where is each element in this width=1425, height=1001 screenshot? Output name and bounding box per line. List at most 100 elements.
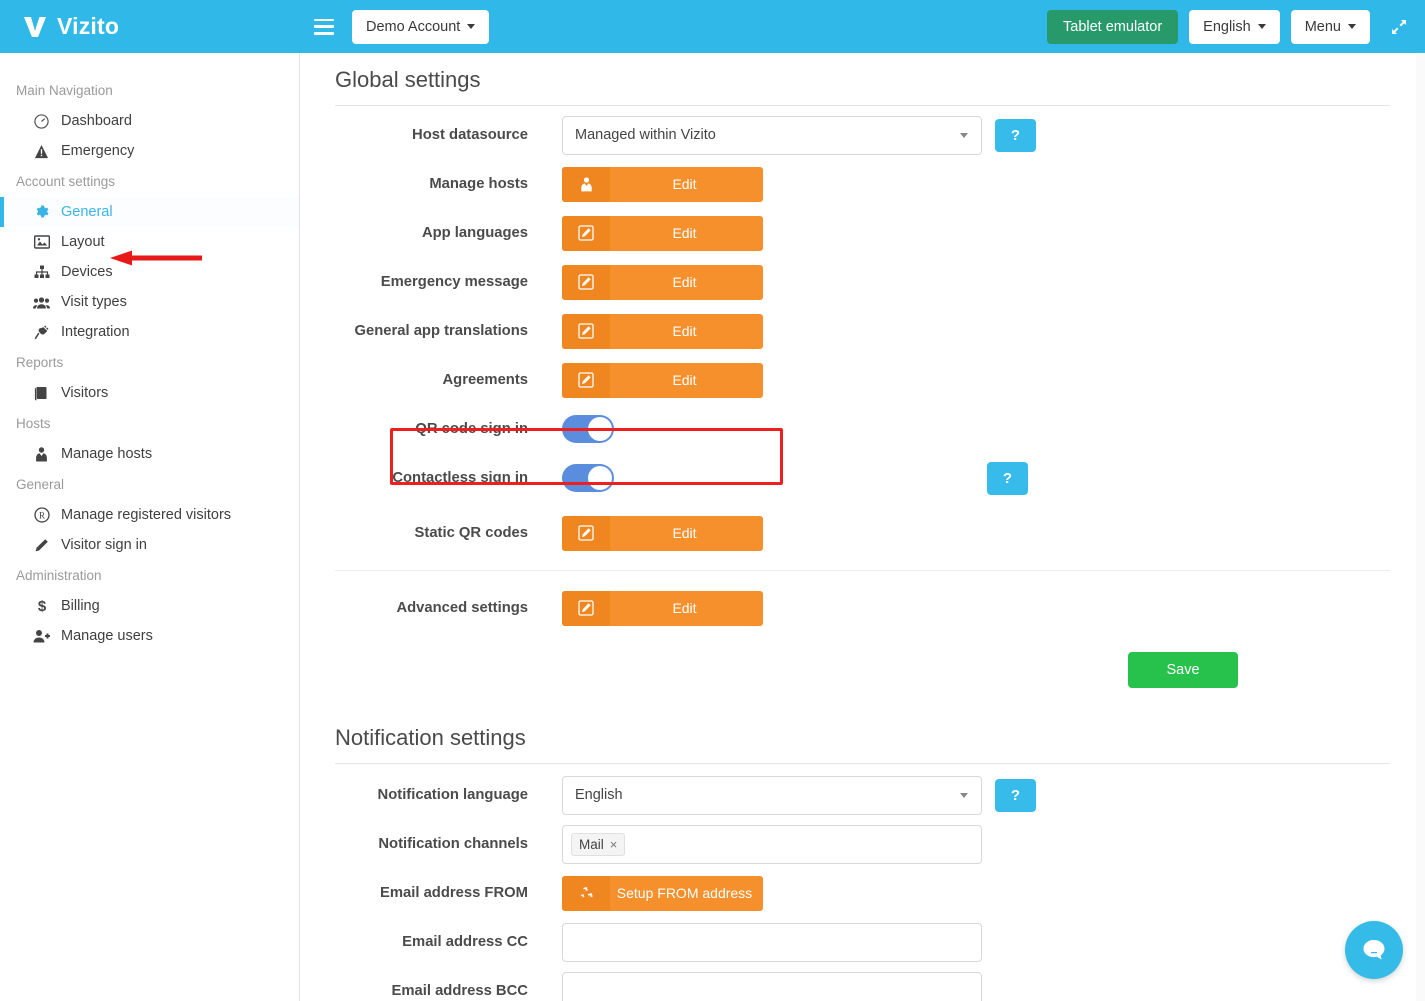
emergency-message-label: Emergency message (335, 274, 562, 290)
row-email-cc: Email address CC (335, 922, 1390, 962)
remove-tag-icon[interactable]: × (610, 837, 618, 852)
contactless-sign-in-label: Contactless sign in (335, 470, 562, 486)
sidebar-item-label: Visit types (61, 294, 127, 310)
pencil-square-icon (562, 314, 610, 349)
sidebar-item-visitors[interactable]: Visitors (0, 378, 299, 408)
sidebar-item-visit-types[interactable]: Visit types (0, 287, 299, 317)
row-email-bcc: Email address BCC (335, 971, 1390, 1001)
pencil-square-icon (562, 216, 610, 251)
user-plus-icon (32, 629, 51, 643)
manage-hosts-edit-button[interactable]: Edit (562, 167, 763, 202)
row-host-datasource: Host datasource Managed within Vizito ? (335, 115, 1390, 155)
sidebar-item-label: Emergency (61, 143, 134, 159)
chevron-down-icon (1348, 24, 1356, 29)
sidebar-item-billing[interactable]: $ Billing (0, 591, 299, 621)
settings-content: Global settings Host datasource Managed … (300, 53, 1425, 1001)
sidebar-item-label: Manage users (61, 628, 153, 644)
toggle-knob (588, 466, 612, 490)
sidebar-item-manage-hosts[interactable]: Manage hosts (0, 439, 299, 469)
tablet-emulator-button[interactable]: Tablet emulator (1047, 10, 1178, 44)
setup-from-address-button[interactable]: Setup FROM address (562, 876, 763, 911)
top-bar: Vizito Demo Account Tablet emulator Engl… (0, 0, 1425, 53)
notification-channel-tag[interactable]: Mail × (571, 833, 625, 856)
sidebar-item-integration[interactable]: Integration (0, 317, 299, 347)
sidebar-group-heading: Hosts (0, 408, 299, 439)
pencil-square-icon (562, 363, 610, 398)
agreements-edit-label: Edit (610, 372, 763, 388)
row-notification-channels: Notification channels Mail × (335, 824, 1390, 864)
chevron-down-icon (960, 793, 968, 798)
static-qr-codes-edit-button[interactable]: Edit (562, 516, 763, 551)
qr-code-sign-in-toggle[interactable] (562, 415, 614, 443)
book-icon (32, 386, 51, 401)
menu-button[interactable]: Menu (1291, 10, 1370, 44)
email-bcc-input[interactable] (562, 972, 982, 1001)
general-app-translations-edit-button[interactable]: Edit (562, 314, 763, 349)
general-app-translations-edit-label: Edit (610, 323, 763, 339)
row-advanced-settings: Advanced settings Edit (335, 588, 1390, 628)
notification-language-select[interactable]: English (562, 776, 982, 815)
sidebar-group-heading: Main Navigation (0, 75, 299, 106)
notification-language-label: Notification language (335, 787, 562, 803)
notification-channels-input[interactable]: Mail × (562, 825, 982, 864)
sidebar-item-label: Dashboard (61, 113, 132, 129)
app-languages-edit-button[interactable]: Edit (562, 216, 763, 251)
notification-language-value: English (575, 787, 623, 803)
qr-code-sign-in-label: QR code sign in (335, 421, 562, 437)
sidebar-item-label: Layout (61, 234, 105, 250)
general-app-translations-label: General app translations (335, 323, 562, 339)
advanced-settings-edit-label: Edit (610, 600, 763, 616)
sidebar-toggle-icon[interactable] (314, 19, 334, 35)
row-manage-hosts: Manage hosts Edit (335, 164, 1390, 204)
language-selector-label: English (1203, 19, 1251, 35)
sidebar: Main Navigation Dashboard Emergency Acco… (0, 53, 300, 1001)
chat-widget-button[interactable] (1345, 921, 1403, 979)
language-selector-button[interactable]: English (1189, 10, 1280, 44)
email-bcc-label: Email address BCC (335, 983, 562, 999)
global-settings-save-button[interactable]: Save (1128, 652, 1238, 688)
sidebar-item-general[interactable]: General (0, 197, 299, 227)
advanced-settings-label: Advanced settings (335, 600, 562, 616)
static-qr-codes-label: Static QR codes (335, 525, 562, 541)
sidebar-item-emergency[interactable]: Emergency (0, 136, 299, 166)
sidebar-group-heading: Reports (0, 347, 299, 378)
advanced-settings-edit-button[interactable]: Edit (562, 591, 763, 626)
row-contactless-sign-in: Contactless sign in ? (335, 458, 1390, 498)
sidebar-item-label: General (61, 204, 113, 220)
brand-logo[interactable]: Vizito (0, 0, 300, 53)
email-cc-label: Email address CC (335, 934, 562, 950)
host-datasource-help-button[interactable]: ? (995, 119, 1036, 152)
pencil-square-icon (562, 265, 610, 300)
page-scrollbar[interactable] (1416, 53, 1425, 1001)
setup-from-address-label: Setup FROM address (610, 885, 763, 901)
host-datasource-value: Managed within Vizito (575, 127, 716, 143)
sidebar-item-layout[interactable]: Layout (0, 227, 299, 257)
email-cc-input[interactable] (562, 923, 982, 962)
sidebar-item-visitor-sign-in[interactable]: Visitor sign in (0, 530, 299, 560)
contactless-sign-in-help-button[interactable]: ? (987, 462, 1028, 495)
fullscreen-expand-icon[interactable] (1389, 17, 1409, 37)
manage-hosts-edit-label: Edit (610, 176, 763, 192)
agreements-edit-button[interactable]: Edit (562, 363, 763, 398)
pencil-square-icon (562, 591, 610, 626)
contactless-sign-in-toggle[interactable] (562, 464, 614, 492)
row-agreements: Agreements Edit (335, 360, 1390, 400)
app-languages-edit-label: Edit (610, 225, 763, 241)
row-notification-language: Notification language English ? (335, 775, 1390, 815)
sidebar-item-dashboard[interactable]: Dashboard (0, 106, 299, 136)
sidebar-group-heading: Account settings (0, 166, 299, 197)
emergency-message-edit-button[interactable]: Edit (562, 265, 763, 300)
sidebar-item-devices[interactable]: Devices (0, 257, 299, 287)
account-selector-button[interactable]: Demo Account (352, 10, 489, 44)
row-emergency-message: Emergency message Edit (335, 262, 1390, 302)
notification-language-help-button[interactable]: ? (995, 779, 1036, 812)
sidebar-item-manage-registered-visitors[interactable]: R Manage registered visitors (0, 500, 299, 530)
sidebar-item-manage-users[interactable]: Manage users (0, 621, 299, 651)
user-tie-icon (32, 447, 51, 462)
account-selector-label: Demo Account (366, 19, 460, 35)
host-datasource-select[interactable]: Managed within Vizito (562, 116, 982, 155)
row-qr-code-sign-in: QR code sign in (335, 409, 1390, 449)
image-icon (32, 235, 51, 249)
chat-bubble-icon (1359, 935, 1389, 965)
email-from-label: Email address FROM (335, 885, 562, 901)
